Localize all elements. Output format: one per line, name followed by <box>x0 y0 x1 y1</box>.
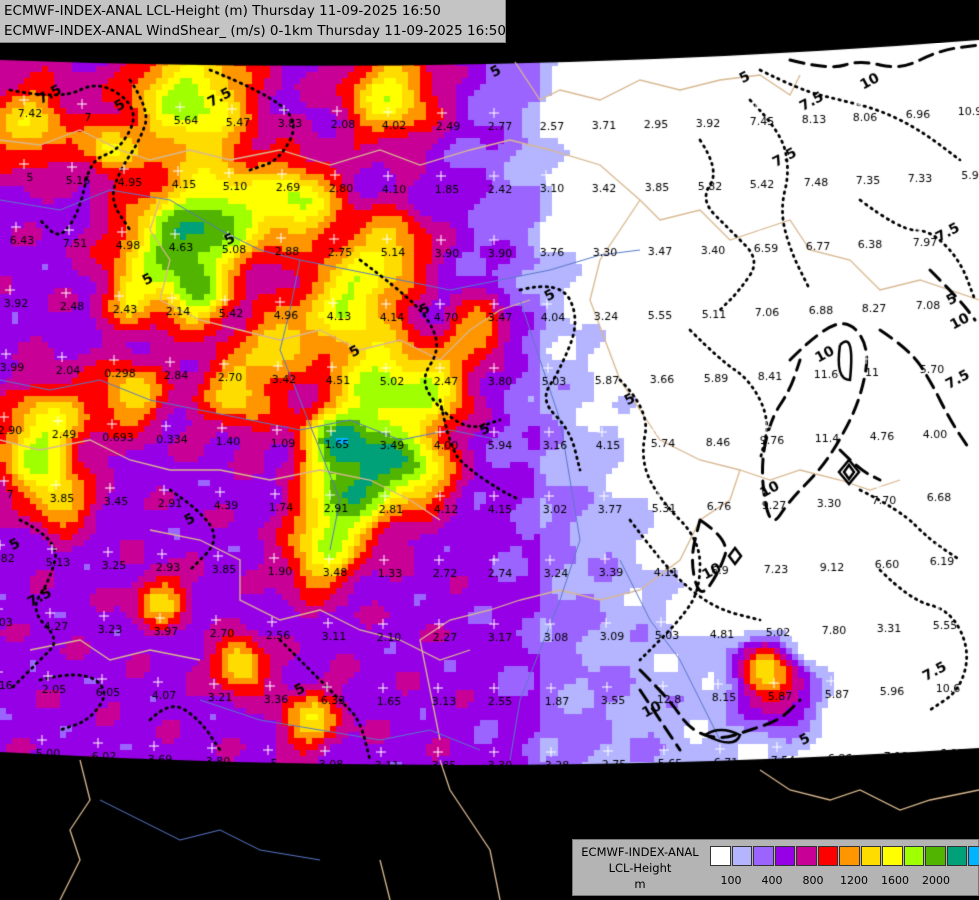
legend-color-scale <box>710 846 979 866</box>
legend-variable: LCL-Height <box>608 861 672 875</box>
legend-tick: 400 <box>761 874 783 887</box>
legend-tick: 1600 <box>881 874 909 887</box>
legend-tick: 100 <box>720 874 742 887</box>
legend-swatch <box>968 846 979 866</box>
legend-swatch <box>946 846 967 866</box>
legend-tick: 1200 <box>840 874 868 887</box>
weather-map[interactable] <box>0 0 979 900</box>
title-line-1: ECMWF-INDEX-ANAL LCL-Height (m) Thursday… <box>4 3 441 19</box>
legend-tick: 800 <box>802 874 824 887</box>
legend-swatch <box>774 846 795 866</box>
legend-tick-labels: 100 400 800 1200 1600 2000 <box>710 874 970 888</box>
legend-unit: m <box>634 877 646 891</box>
legend-swatch <box>839 846 860 866</box>
legend-swatch <box>796 846 817 866</box>
legend-swatch <box>860 846 881 866</box>
title-box: ECMWF-INDEX-ANAL LCL-Height (m) Thursday… <box>0 0 506 43</box>
legend-swatch <box>882 846 903 866</box>
legend-swatch <box>731 846 752 866</box>
legend-swatch <box>753 846 774 866</box>
legend-tick: 2000 <box>922 874 950 887</box>
title-line-2: ECMWF-INDEX-ANAL WindShear_ (m/s) 0-1km … <box>4 23 506 39</box>
legend-swatch <box>903 846 924 866</box>
legend-swatch <box>925 846 946 866</box>
legend-title: ECMWF-INDEX-ANAL <box>581 845 699 859</box>
legend-box: ECMWF-INDEX-ANAL LCL-Height m 100 400 800 1… <box>572 839 979 896</box>
legend-swatch <box>817 846 838 866</box>
legend-swatch <box>710 846 731 866</box>
